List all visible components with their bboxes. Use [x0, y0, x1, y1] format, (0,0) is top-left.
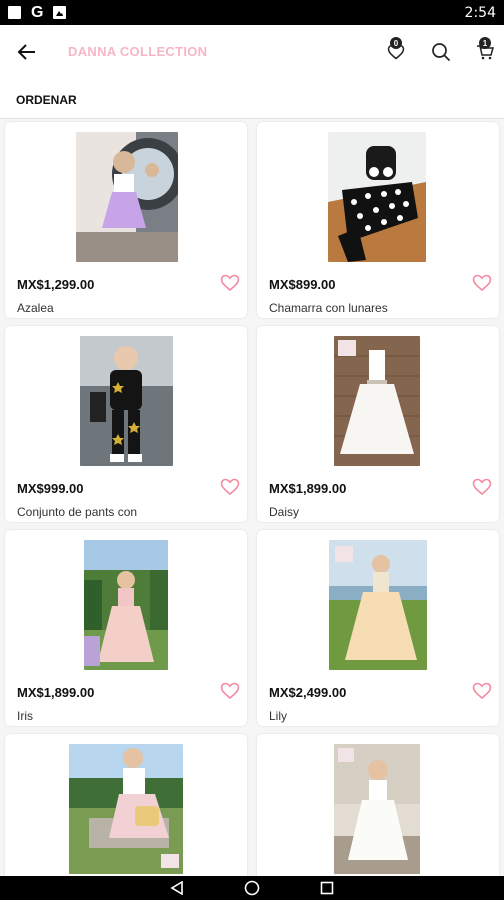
- search-icon: [432, 43, 451, 62]
- product-name: Conjunto de pants con: [17, 505, 138, 519]
- heart-outline-icon: [472, 478, 492, 496]
- product-image[interactable]: [80, 336, 173, 466]
- heart-outline-icon: [220, 478, 240, 496]
- favorite-button[interactable]: [219, 272, 241, 294]
- system-nav-bar: [0, 876, 504, 900]
- app-bar: DANNA COLLECTION 0 1: [0, 25, 504, 79]
- product-grid: MX$1,299.00 Azalea MX$899.00 Chamarra co…: [0, 119, 504, 876]
- back-triangle-icon[interactable]: [170, 881, 184, 895]
- back-button[interactable]: [14, 39, 40, 65]
- product-price: MX$1,899.00: [17, 685, 95, 700]
- recents-square-icon[interactable]: [320, 881, 334, 895]
- product-card[interactable]: MX$1,299.00 Azalea: [5, 122, 247, 318]
- product-name: Iris: [17, 709, 33, 723]
- product-card[interactable]: MX$1,899.00 Daisy: [257, 326, 499, 522]
- product-name: Chamarra con lunares: [269, 301, 388, 315]
- favorite-button[interactable]: [219, 680, 241, 702]
- favorite-button[interactable]: [471, 272, 493, 294]
- sort-row: ORDENAR: [0, 79, 504, 119]
- product-card[interactable]: MX$999.00 Conjunto de pants con: [5, 326, 247, 522]
- cart-badge: 1: [479, 37, 491, 49]
- cart-button[interactable]: 1: [472, 37, 498, 65]
- product-price: MX$999.00: [17, 481, 84, 496]
- favorite-button[interactable]: [219, 476, 241, 498]
- sort-button[interactable]: ORDENAR: [16, 93, 77, 107]
- product-image[interactable]: [329, 540, 427, 670]
- product-price: MX$2,499.00: [269, 685, 347, 700]
- product-price: MX$1,299.00: [17, 277, 95, 292]
- product-image[interactable]: [328, 132, 426, 262]
- product-image[interactable]: [84, 540, 168, 670]
- heart-outline-icon: [472, 682, 492, 700]
- product-card[interactable]: MX$1,899.00 Iris: [5, 530, 247, 726]
- product-card[interactable]: [5, 734, 247, 876]
- search-button[interactable]: [428, 39, 454, 65]
- product-name: Lily: [269, 709, 288, 723]
- heart-outline-icon: [220, 682, 240, 700]
- google-icon: G: [31, 3, 44, 21]
- heart-outline-icon: [472, 274, 492, 292]
- home-circle-icon[interactable]: [244, 880, 260, 896]
- product-price: MX$1,899.00: [269, 481, 347, 496]
- clock: 2:54: [464, 4, 496, 21]
- product-image[interactable]: [76, 132, 178, 262]
- product-card[interactable]: MX$2,499.00 Lily: [257, 530, 499, 726]
- product-price: MX$899.00: [269, 277, 336, 292]
- wishlist-button[interactable]: 0: [383, 37, 409, 65]
- status-bar: G 2:54: [0, 0, 504, 25]
- wishlist-badge: 0: [390, 37, 402, 49]
- product-name: Azalea: [17, 301, 54, 315]
- heart-outline-icon: [220, 274, 240, 292]
- product-card[interactable]: MX$899.00 Chamarra con lunares: [257, 122, 499, 318]
- arrow-left-icon: [17, 44, 35, 60]
- product-image[interactable]: [334, 336, 420, 466]
- brand-title: DANNA COLLECTION: [68, 44, 208, 59]
- favorite-button[interactable]: [471, 476, 493, 498]
- favorite-button[interactable]: [471, 680, 493, 702]
- product-name: Daisy: [269, 505, 300, 519]
- image-notification-icon: [53, 6, 67, 19]
- product-image[interactable]: [69, 744, 183, 874]
- product-image[interactable]: [334, 744, 420, 874]
- product-card[interactable]: [257, 734, 499, 876]
- notification-icon: [8, 6, 21, 19]
